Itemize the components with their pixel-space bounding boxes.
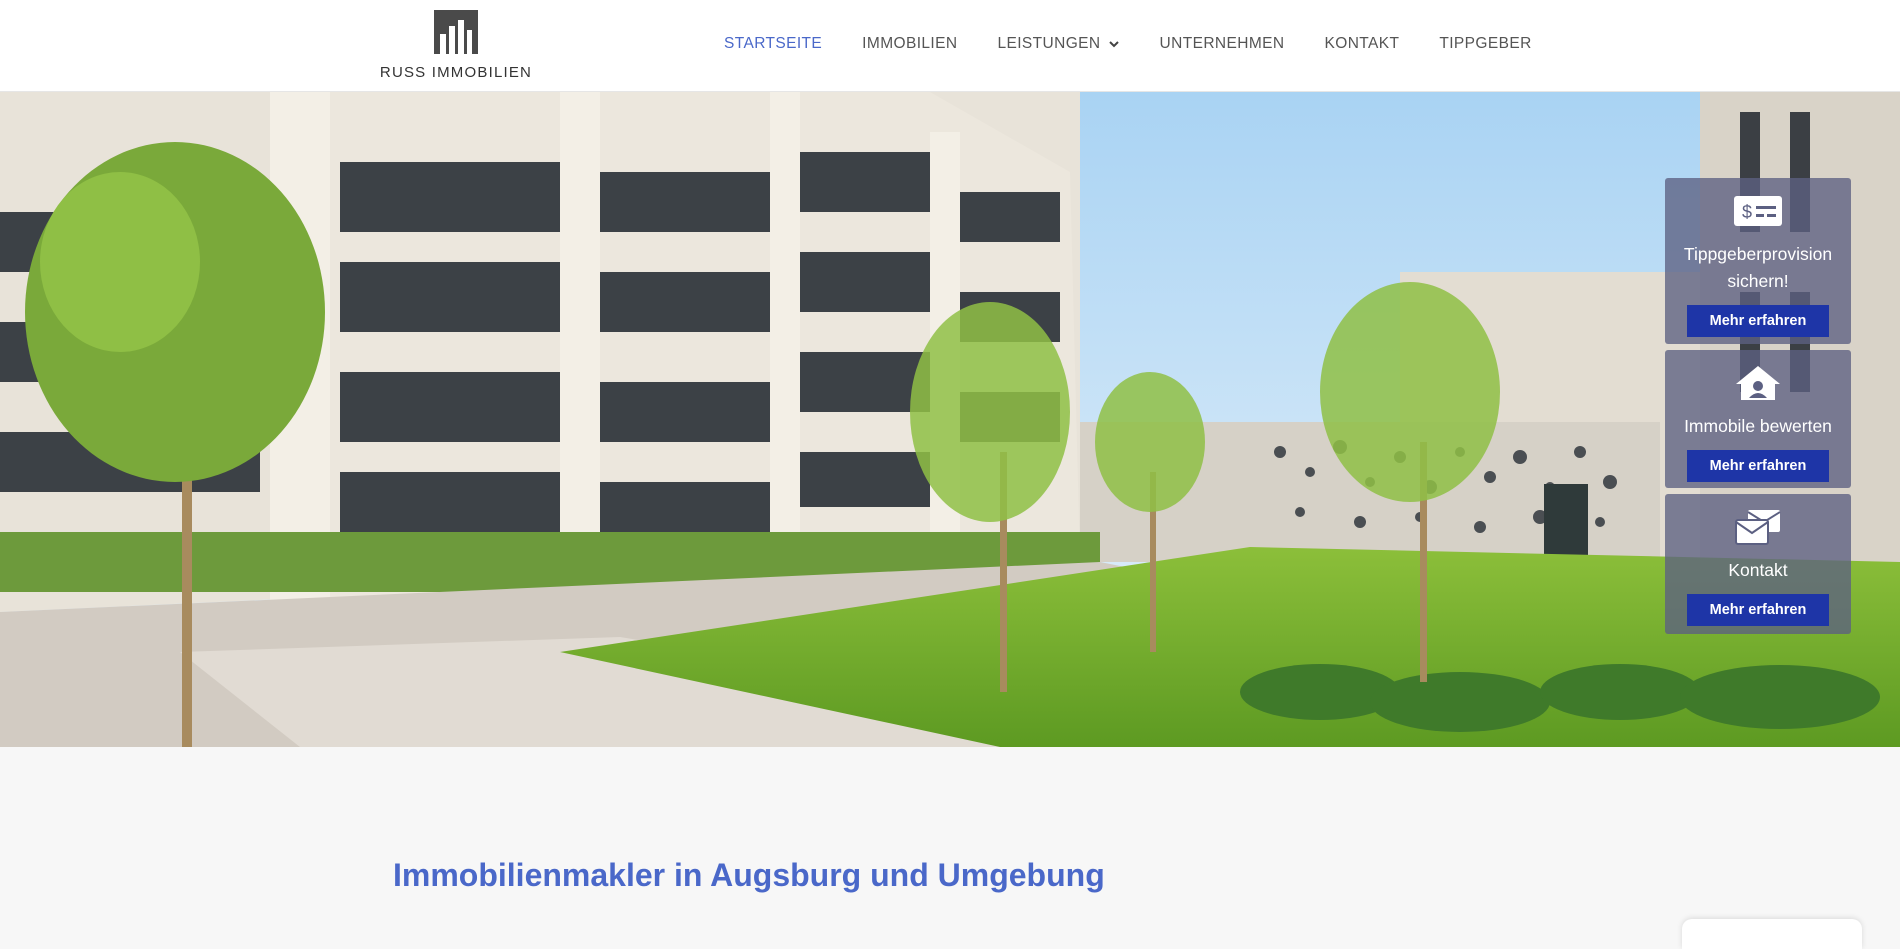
intro-section: Immobilienmakler in Augsburg und Umgebun… bbox=[0, 747, 1900, 949]
card-title: Kontakt bbox=[1728, 560, 1788, 580]
nav-label: STARTSEITE bbox=[724, 35, 823, 52]
quick-action-cards: $ Tippgeberprovision sichern! Mehr erfah… bbox=[1665, 178, 1851, 640]
page-headline: Immobilienmakler in Augsburg und Umgebun… bbox=[393, 857, 1105, 893]
mehr-erfahren-button[interactable]: Mehr erfahren bbox=[1687, 450, 1829, 482]
mehr-erfahren-button[interactable]: Mehr erfahren bbox=[1687, 594, 1829, 626]
nav-startseite[interactable]: STARTSEITE bbox=[724, 35, 822, 53]
apartment-building-courtyard-illustration bbox=[0, 92, 1900, 747]
nav-label: LEISTUNGEN bbox=[997, 35, 1101, 52]
chat-widget[interactable] bbox=[1682, 919, 1862, 949]
card-kontakt: Kontakt Mehr erfahren bbox=[1665, 494, 1851, 634]
card-title: Immobile bewerten bbox=[1684, 416, 1832, 436]
card-title: Tippgeberprovision sichern! bbox=[1683, 244, 1833, 291]
site-header: RUSS IMMOBILIEN STARTSEITE IMMOBILIEN LE… bbox=[0, 0, 1900, 92]
nav-leistungen[interactable]: LEISTUNGEN bbox=[997, 35, 1119, 53]
house-user-icon bbox=[1736, 366, 1780, 400]
brand-logo[interactable]: RUSS IMMOBILIEN bbox=[378, 10, 534, 82]
nav-label: KONTAKT bbox=[1324, 35, 1400, 52]
nav-label: TIPPGEBER bbox=[1439, 35, 1532, 52]
brand-name: RUSS IMMOBILIEN bbox=[379, 64, 533, 81]
nav-tippgeber[interactable]: TIPPGEBER bbox=[1439, 35, 1531, 53]
nav-unternehmen[interactable]: UNTERNEHMEN bbox=[1160, 35, 1285, 53]
hero-image: $ Tippgeberprovision sichern! Mehr erfah… bbox=[0, 92, 1900, 747]
card-tippgeberprovision: $ Tippgeberprovision sichern! Mehr erfah… bbox=[1665, 178, 1851, 344]
nav-kontakt[interactable]: KONTAKT bbox=[1325, 35, 1400, 53]
card-immobilie-bewerten: Immobile bewerten Mehr erfahren bbox=[1665, 350, 1851, 488]
nav-immobilien[interactable]: IMMOBILIEN bbox=[862, 35, 957, 53]
svg-text:$: $ bbox=[1742, 202, 1752, 222]
nav-label: UNTERNEHMEN bbox=[1159, 35, 1285, 52]
money-check-dollar-icon: $ bbox=[1734, 196, 1782, 226]
building-bars-logo-icon bbox=[434, 10, 478, 54]
chevron-down-icon bbox=[1108, 41, 1119, 48]
mehr-erfahren-button[interactable]: Mehr erfahren bbox=[1687, 305, 1829, 337]
main-nav: STARTSEITE IMMOBILIEN LEISTUNGEN UNTERNE… bbox=[724, 34, 1532, 54]
nav-label: IMMOBILIEN bbox=[862, 35, 958, 52]
envelopes-icon bbox=[1735, 510, 1781, 545]
